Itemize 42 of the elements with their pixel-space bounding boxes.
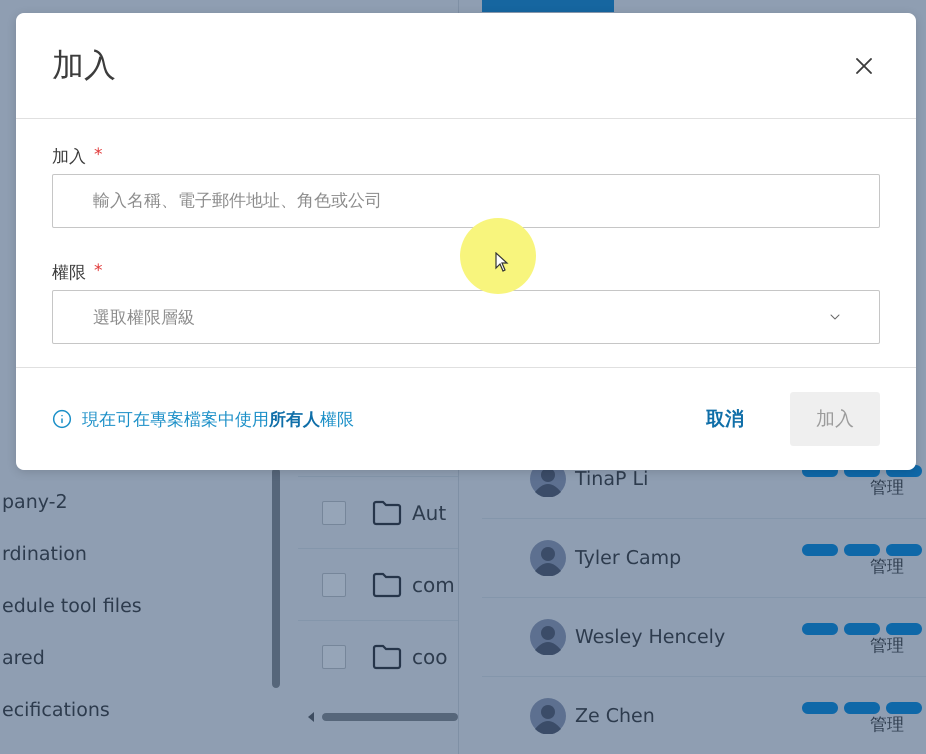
member-role: 管理: [870, 556, 904, 578]
folder-icon: [372, 572, 402, 598]
cancel-button[interactable]: 取消: [688, 392, 762, 446]
member-role: 管理: [870, 477, 904, 499]
avatar-icon: [530, 540, 566, 576]
cursor-icon: [495, 252, 509, 272]
scrollbar-thumb[interactable]: [272, 468, 280, 688]
scroll-left-icon[interactable]: [308, 712, 314, 722]
field-label: 權限: [52, 262, 86, 284]
sidebar-item[interactable]: ecifications: [0, 684, 272, 736]
field-label: 加入: [52, 146, 86, 168]
avatar-icon: [530, 698, 566, 734]
member-name: Ze Chen: [575, 705, 655, 727]
member-name: TinaP Li: [575, 468, 648, 490]
dialog-title: 加入: [52, 44, 116, 86]
sidebar-item[interactable]: pany-2: [0, 476, 272, 528]
member-role: 管理: [870, 635, 904, 657]
sidebar-item[interactable]: ared: [0, 632, 272, 684]
folder-name[interactable]: com: [412, 572, 455, 596]
info-icon: [52, 409, 72, 429]
permission-level-icon: [802, 623, 922, 635]
select-field[interactable]: 選取權限層級: [52, 290, 880, 344]
required-mark: *: [94, 261, 102, 283]
folder-name[interactable]: Aut: [412, 500, 446, 524]
scrollbar-thumb[interactable]: [322, 713, 458, 721]
info-message: 現在可在專案檔案中使用所有人權限: [82, 408, 355, 430]
sidebar-item[interactable]: edule tool files: [0, 580, 272, 632]
member-name: Tyler Camp: [575, 547, 682, 569]
required-mark: *: [94, 145, 102, 167]
input-field[interactable]: 輸入名稱、電子郵件地址、角色或公司: [52, 174, 880, 228]
row-checkbox[interactable]: [322, 644, 346, 668]
row-checkbox[interactable]: [322, 500, 346, 524]
permission-level-icon: [802, 544, 922, 556]
member-role: 管理: [870, 714, 904, 736]
row-checkbox[interactable]: [322, 572, 346, 596]
folder-name[interactable]: coo: [412, 644, 448, 668]
sidebar-item[interactable]: rdination: [0, 528, 272, 580]
folder-icon: [372, 644, 402, 670]
avatar-icon: [530, 619, 566, 655]
member-name: Wesley Hencely: [575, 626, 726, 648]
permission-level-icon: [802, 702, 922, 714]
folder-icon: [372, 500, 402, 526]
